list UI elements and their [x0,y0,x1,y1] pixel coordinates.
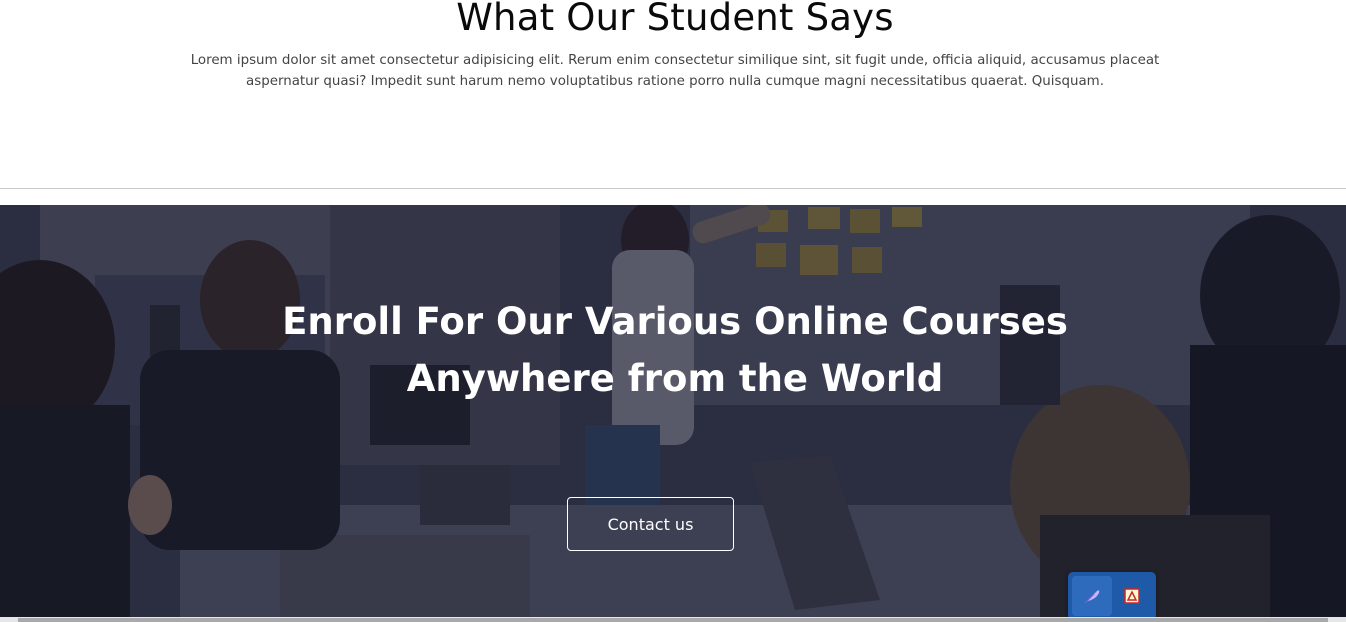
enroll-banner: Enroll For Our Various Online Courses An… [0,205,1346,622]
section-divider [0,188,1346,189]
section-description: Lorem ipsum dolor sit amet consectetur a… [190,53,1160,89]
pdf-icon[interactable] [1112,576,1152,616]
hero-title-line-1: Enroll For Our Various Online Courses [282,300,1068,343]
contact-us-button[interactable]: Contact us [567,497,734,551]
dark-overlay [0,205,1346,622]
hero-title-line-2: Anywhere from the World [406,357,944,400]
feather-icon[interactable] [1072,576,1112,616]
hero-title: Enroll For Our Various Online Courses An… [223,293,1127,407]
scrollbar-thumb[interactable] [18,618,1328,622]
page: What Our Student Says Lorem ipsum dolor … [0,0,1346,622]
testimonial-section: What Our Student Says Lorem ipsum dolor … [0,0,1346,188]
horizontal-scrollbar[interactable] [0,617,1346,622]
floating-toolbar [1068,572,1156,620]
section-title: What Our Student Says [456,0,894,39]
